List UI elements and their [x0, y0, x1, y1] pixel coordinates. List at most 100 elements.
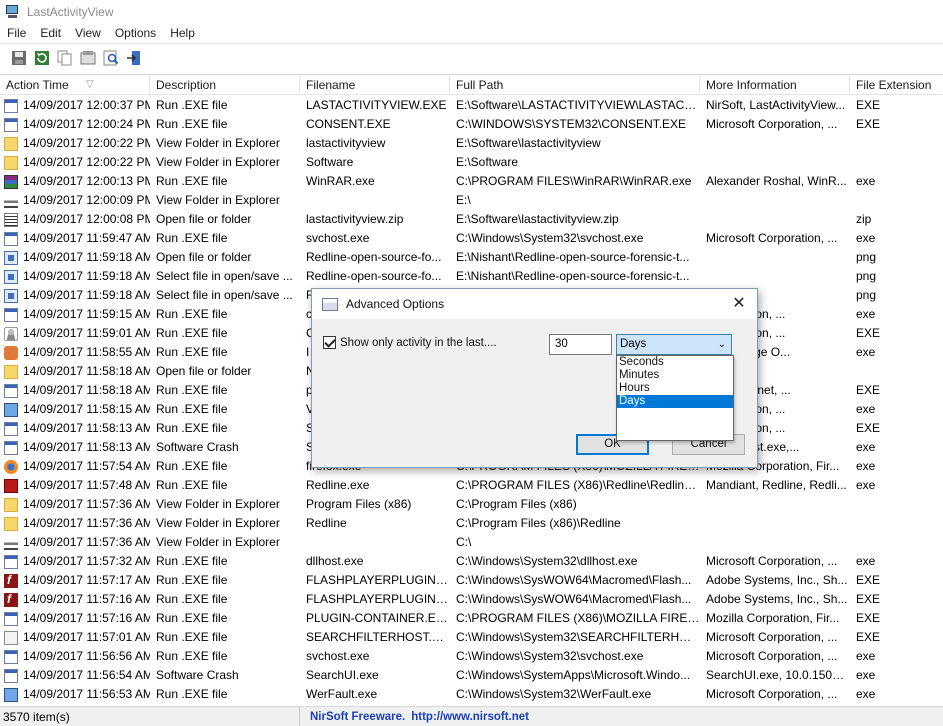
monitor-icon	[4, 687, 18, 702]
menu-options[interactable]: Options	[108, 26, 163, 40]
table-row[interactable]: 14/09/2017 11:57:32 AM Run .EXE file dllho…	[0, 552, 943, 571]
menu-view[interactable]: View	[68, 26, 108, 40]
table-row[interactable]: 14/09/2017 12:00:13 PM Run .EXE file WinRA…	[0, 172, 943, 191]
table-row[interactable]: 14/09/2017 12:00:22 PM View Folder in Exp…	[0, 134, 943, 153]
cell-filename: lastactivityview	[306, 136, 386, 150]
table-row[interactable]: 14/09/2017 11:57:36 AM View Folder in Exp…	[0, 514, 943, 533]
table-row[interactable]: 14/09/2017 12:00:24 PM Run .EXE file CONSE…	[0, 115, 943, 134]
table-row[interactable]: 14/09/2017 11:59:47 AM Run .EXE file svcho…	[0, 229, 943, 248]
cell-file-extension: EXE	[856, 117, 881, 131]
menu-edit[interactable]: Edit	[33, 26, 68, 40]
close-icon[interactable]: ✕	[729, 294, 749, 314]
action-time-text: 14/09/2017 11:56:56 AM	[23, 649, 150, 663]
action-time-text: 14/09/2017 12:00:22 PM	[23, 155, 150, 169]
exe-icon	[4, 440, 18, 455]
cell-action-time: 14/09/2017 11:57:36 AM	[0, 495, 150, 514]
table-row[interactable]: 14/09/2017 11:57:36 AM View Folder in Exp…	[0, 495, 943, 514]
table-row[interactable]: 14/09/2017 11:59:18 AM Select file in ope…	[0, 267, 943, 286]
column-full-path[interactable]: Full Path	[450, 75, 700, 95]
action-time-text: 14/09/2017 11:57:32 AM	[23, 554, 150, 568]
cell-filename: FLASHPLAYERPLUGIN_2...	[306, 592, 450, 606]
option-seconds[interactable]: Seconds	[617, 356, 733, 369]
table-row[interactable]: 14/09/2017 11:57:36 AM View Folder in Exp…	[0, 533, 943, 552]
table-row[interactable]: 14/09/2017 11:56:56 AM Run .EXE file svcho…	[0, 647, 943, 666]
cell-full-path: C:\Windows\SysWOW64\Macromed\Flash...	[456, 573, 692, 587]
cell-file-extension: EXE	[856, 611, 881, 625]
action-time-text: 14/09/2017 11:57:36 AM	[23, 497, 150, 511]
show-only-activity-option[interactable]: Show only activity in the last....	[323, 336, 497, 349]
cell-file-extension: exe	[856, 554, 876, 568]
cell-file-extension	[850, 514, 943, 533]
action-time-text: 14/09/2017 11:57:36 AM	[23, 516, 150, 530]
cell-full-path: C:\Windows\System32\WerFault.exe	[456, 687, 652, 701]
table-row[interactable]: 14/09/2017 12:00:37 PM Run .EXE file LASTA…	[0, 96, 943, 115]
cell-action-time: 14/09/2017 11:57:16 AM	[0, 590, 150, 609]
cell-description: Run .EXE file	[156, 117, 228, 131]
table-row[interactable]: 14/09/2017 11:57:01 AM Run .EXE file SEARC…	[0, 628, 943, 647]
dialog-body: Show only activity in the last.... 30 Da…	[312, 319, 757, 469]
exe-icon	[4, 611, 18, 626]
table-row[interactable]: 14/09/2017 12:00:22 PM View Folder in Exp…	[0, 153, 943, 172]
properties-icon[interactable]	[79, 49, 97, 67]
exe-icon	[4, 649, 18, 664]
folder-icon	[4, 516, 18, 531]
cell-action-time: 14/09/2017 11:57:36 AM	[0, 514, 150, 533]
table-row[interactable]: 14/09/2017 12:00:09 PM View Folder in Exp…	[0, 191, 943, 210]
cell-action-time: 14/09/2017 11:59:18 AM	[0, 267, 150, 286]
item-count: 3570 item(s)	[0, 706, 300, 726]
exit-icon[interactable]	[125, 49, 143, 67]
action-time-text: 14/09/2017 11:59:47 AM	[23, 231, 150, 245]
show-only-activity-checkbox[interactable]	[323, 336, 336, 349]
cell-action-time: 14/09/2017 11:58:18 AM	[0, 381, 150, 400]
cell-full-path: E:\Software\lastactivityview.zip	[456, 212, 619, 226]
column-action-time[interactable]: Action Time ▽	[0, 75, 150, 95]
column-filename[interactable]: Filename	[300, 75, 450, 95]
save-icon[interactable]	[10, 49, 28, 67]
cell-action-time: 14/09/2017 11:57:32 AM	[0, 552, 150, 571]
cell-more-information: Microsoft Corporation, ...	[706, 649, 838, 663]
cell-description: Run .EXE file	[156, 174, 228, 188]
cell-full-path: C:\Windows\System32\dllhost.exe	[456, 554, 638, 568]
cell-filename: Redline-open-source-fo...	[306, 269, 442, 283]
menu-help[interactable]: Help	[163, 26, 202, 40]
cell-more-information	[700, 134, 850, 153]
activity-amount-input[interactable]: 30	[549, 334, 612, 355]
column-description[interactable]: Description	[150, 75, 300, 95]
nirsoft-link[interactable]: NirSoft Freeware. http://www.nirsoft.net	[300, 711, 535, 723]
cell-description: Run .EXE file	[156, 307, 228, 321]
find-icon[interactable]	[102, 49, 120, 67]
option-hours[interactable]: Hours	[617, 382, 733, 395]
table-row[interactable]: 14/09/2017 11:57:17 AM Run .EXE file FLASH…	[0, 571, 943, 590]
cell-description: Open file or folder	[156, 250, 252, 264]
table-row[interactable]: 14/09/2017 11:57:16 AM Run .EXE file PLUGI…	[0, 609, 943, 628]
cell-file-extension	[850, 191, 943, 210]
monitor-icon	[4, 402, 18, 417]
cell-full-path: C:\Windows\SysWOW64\Macromed\Flash...	[456, 592, 692, 606]
table-row[interactable]: 14/09/2017 11:57:48 AM Run .EXE file Redli…	[0, 476, 943, 495]
folder-icon	[4, 155, 18, 170]
cell-action-time: 14/09/2017 12:00:37 PM	[0, 96, 150, 115]
cell-description: Run .EXE file	[156, 687, 228, 701]
column-file-extension[interactable]: File Extension	[850, 75, 943, 95]
column-more-information[interactable]: More Information	[700, 75, 850, 95]
cell-file-extension: exe	[856, 402, 876, 416]
copy-icon[interactable]	[56, 49, 74, 67]
dialog-title-bar: Advanced Options ✕	[312, 289, 757, 319]
table-row[interactable]: 14/09/2017 11:57:16 AM Run .EXE file FLASH…	[0, 590, 943, 609]
menu-file[interactable]: File	[0, 26, 33, 40]
cell-action-time: 14/09/2017 11:56:54 AM	[0, 666, 150, 685]
option-minutes[interactable]: Minutes	[617, 369, 733, 382]
table-row[interactable]: 14/09/2017 12:00:08 PM Open file or folde…	[0, 210, 943, 229]
table-row[interactable]: 14/09/2017 11:56:53 AM Run .EXE file WerFa…	[0, 685, 943, 704]
exe-icon	[4, 307, 18, 322]
time-unit-select[interactable]: Days ⌄	[616, 334, 732, 355]
table-row[interactable]: 14/09/2017 11:56:54 AM Software Crash Sear…	[0, 666, 943, 685]
cell-full-path: C:\Windows\System32\SEARCHFILTERHOS...	[456, 630, 700, 644]
option-days[interactable]: Days	[617, 395, 733, 408]
refresh-icon[interactable]	[33, 49, 51, 67]
app-icon	[5, 4, 21, 20]
cell-action-time: 14/09/2017 11:59:18 AM	[0, 286, 150, 305]
table-row[interactable]: 14/09/2017 11:59:18 AM Open file or folde…	[0, 248, 943, 267]
url-text: http://www.nirsoft.net	[411, 710, 529, 723]
cell-action-time: 14/09/2017 11:56:56 AM	[0, 647, 150, 666]
